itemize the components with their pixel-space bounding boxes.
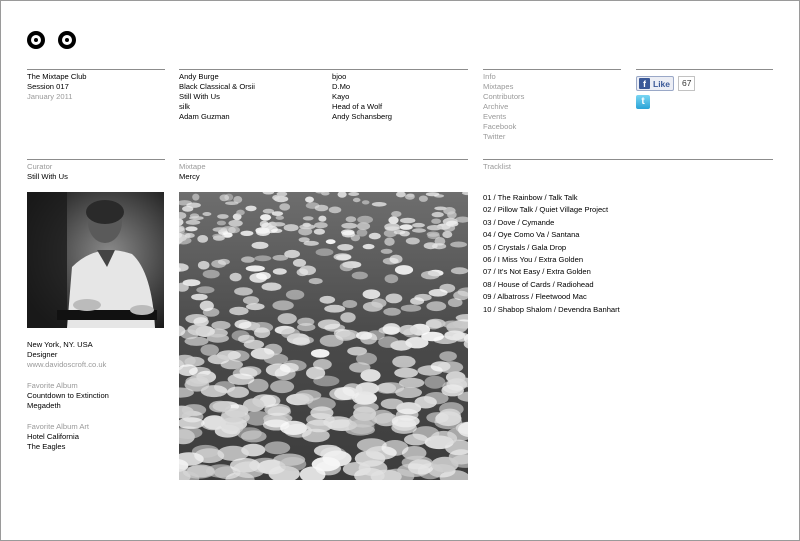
contributor-item[interactable]: bjoo (332, 72, 392, 82)
nav-link[interactable]: Info (483, 72, 621, 82)
mixtape-heading: Mixtape (179, 162, 206, 171)
curator-details: New York, NY. USA Designer www.davidoscr… (27, 340, 165, 452)
contributor-item[interactable]: Black Classical & Orsii (179, 82, 332, 92)
tracklist-section: Tracklist 01 / The Rainbow / Talk Talk 02… (483, 159, 773, 316)
track-item[interactable]: 06 / I Miss You / Extra Golden (483, 254, 773, 266)
favorite-album-art-artist: The Eagles (27, 442, 66, 451)
track-item[interactable]: 05 / Crystals / Gala Drop (483, 242, 773, 254)
contributor-item[interactable]: silk (179, 102, 332, 112)
session-date: January 2011 (27, 92, 73, 101)
tracklist: 01 / The Rainbow / Talk Talk 02 / Pillow … (483, 192, 773, 316)
contributor-item[interactable]: Andy Schansberg (332, 112, 392, 122)
contributors-list: Andy Burge Black Classical & Orsii Still W… (179, 69, 468, 122)
track-item[interactable]: 09 / Albatross / Fleetwood Mac (483, 291, 773, 303)
track-item[interactable]: 03 / Dove / Cymande (483, 217, 773, 229)
favorite-album-title: Countdown to Extinction (27, 391, 109, 400)
contributor-item[interactable]: Adam Guzman (179, 112, 332, 122)
curator-heading: Curator (27, 162, 53, 171)
tracklist-heading: Tracklist (483, 162, 511, 171)
nav-link[interactable]: Facebook (483, 122, 621, 132)
facebook-icon: f (639, 78, 650, 89)
track-item[interactable]: 01 / The Rainbow / Talk Talk (483, 192, 773, 204)
nav-link[interactable]: Archive (483, 102, 621, 112)
facebook-like-button[interactable]: f Like (636, 76, 675, 91)
session-number: Session 017 (27, 82, 69, 91)
curator-section: Curator Still With Us (27, 159, 165, 182)
social-buttons: f Like 67 t (636, 69, 773, 109)
curator-photo (27, 192, 164, 328)
site-title: The Mixtape Club (27, 72, 87, 81)
nav-link[interactable]: Events (483, 112, 621, 122)
main-nav: Info Mixtapes Contributors Archive Events Fac… (483, 69, 621, 142)
favorite-album-artist: Megadeth (27, 401, 61, 410)
mixtape-section: Mixtape Mercy (179, 159, 468, 182)
session-info: The Mixtape Club Session 017 January 201… (27, 69, 165, 102)
contributor-item[interactable]: D.Mo (332, 82, 392, 92)
favorite-album-art-heading: Favorite Album Art (27, 422, 90, 431)
contributor-item[interactable]: Still With Us (179, 92, 332, 102)
reel-icon (27, 31, 45, 49)
track-item[interactable]: 04 / Oye Como Va / Santana (483, 229, 773, 241)
nav-link[interactable]: Contributors (483, 92, 621, 102)
favorite-album-heading: Favorite Album (27, 381, 78, 390)
reel-icon (58, 31, 76, 49)
curator-role: Designer (27, 350, 58, 359)
curator-website-link[interactable]: www.davidoscroft.co.uk (27, 360, 165, 370)
twitter-icon[interactable]: t (636, 95, 650, 109)
mixtape-name: Mercy (179, 172, 200, 181)
mixtape-cover-image[interactable] (179, 192, 468, 480)
track-item[interactable]: 10 / Shabop Shalom / Devendra Banhart (483, 304, 773, 316)
contributor-item[interactable]: Andy Burge (179, 72, 332, 82)
nav-link[interactable]: Mixtapes (483, 82, 621, 92)
track-item[interactable]: 02 / Pillow Talk / Quiet Village Project (483, 204, 773, 216)
curator-location: New York, NY. USA (27, 340, 93, 349)
curator-name: Still With Us (27, 172, 68, 181)
favorite-album-art-title: Hotel California (27, 432, 79, 441)
contributor-item[interactable]: Kayo (332, 92, 392, 102)
contributor-item[interactable]: Head of a Wolf (332, 102, 392, 112)
like-count: 67 (678, 76, 696, 91)
nav-link[interactable]: Twitter (483, 132, 621, 142)
track-item[interactable]: 08 / House of Cards / Radiohead (483, 279, 773, 291)
track-item[interactable]: 07 / It's Not Easy / Extra Golden (483, 266, 773, 278)
site-logo[interactable] (27, 31, 76, 49)
like-label: Like (653, 78, 671, 89)
